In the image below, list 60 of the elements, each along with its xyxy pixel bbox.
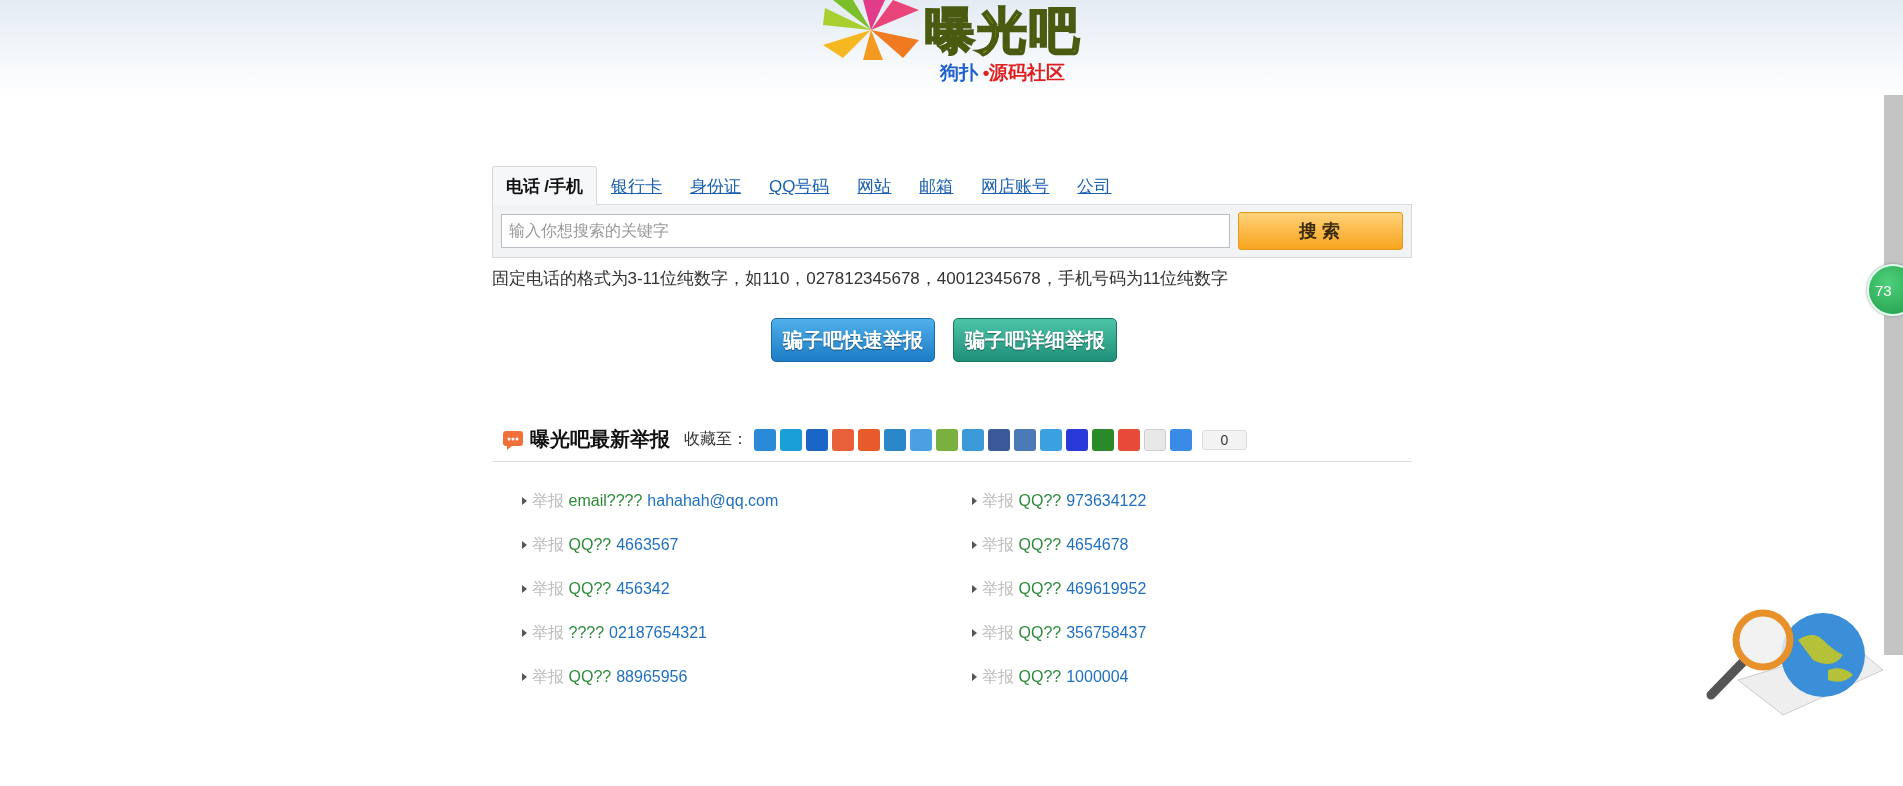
report-type: QQ?? (1018, 491, 1062, 511)
report-type: QQ?? (1018, 623, 1062, 643)
bullet-icon (971, 629, 977, 637)
search-button[interactable]: 搜 索 (1237, 212, 1403, 250)
report-link[interactable]: 469619952 (1066, 578, 1147, 600)
bullet-icon (971, 673, 977, 681)
report-link[interactable]: 4663567 (616, 534, 679, 556)
report-type: email???? (568, 491, 643, 511)
search-tab[interactable]: 身份证 (675, 168, 755, 204)
search-tab[interactable]: 网站 (843, 168, 906, 204)
report-link[interactable]: 88965956 (616, 666, 688, 688)
star-logo-icon (822, 0, 919, 60)
share-label: 收藏至： (683, 429, 748, 449)
search-tab[interactable]: 电话 /手机 (491, 166, 597, 205)
report-type: QQ?? (568, 579, 612, 599)
bullet-icon (521, 497, 527, 505)
bullet-icon (521, 585, 527, 593)
report-tag: 举报 (981, 578, 1014, 600)
report-link[interactable]: 356758437 (1066, 622, 1147, 644)
search-tab[interactable]: 网店账号 (967, 168, 1064, 204)
report-link[interactable]: 456342 (616, 578, 670, 600)
report-link[interactable]: hahahah@qq.com (647, 490, 779, 512)
format-hint: 固定电话的格式为3-11位纯数字，如110，027812345678，40012345678，手机号码为11位纯数字 (491, 268, 1230, 290)
report-link[interactable]: 1000004 (1066, 666, 1129, 688)
logo-tagline: 狗扑 •源码社区 (939, 61, 1066, 85)
share-count: 0 (1201, 429, 1248, 450)
report-link[interactable]: 973634122 (1066, 490, 1147, 512)
search-field[interactable]: 输入你想搜索的关键字 (500, 214, 1230, 248)
report-tag: 举报 (531, 666, 564, 688)
search-tab[interactable]: 银行卡 (596, 168, 676, 204)
report-tag: 举报 (981, 534, 1014, 556)
search-tab[interactable]: 公司 (1063, 168, 1126, 204)
report-type: QQ?? (568, 667, 612, 687)
report-button[interactable]: 骗子吧详细举报 (952, 318, 1117, 362)
report-link[interactable]: 4654678 (1066, 534, 1129, 556)
bullet-icon (521, 673, 527, 681)
speech-bubble-icon (501, 428, 524, 451)
report-tag: 举报 (981, 666, 1014, 688)
report-link[interactable]: 02187654321 (609, 622, 707, 644)
report-tag: 举报 (531, 490, 564, 512)
report-type: QQ?? (1018, 535, 1062, 555)
report-type: ???? (568, 623, 605, 643)
report-tag: 举报 (981, 622, 1014, 644)
report-tag: 举报 (531, 578, 564, 600)
bullet-icon (521, 541, 527, 549)
bullet-icon (521, 629, 527, 637)
report-tag: 举报 (531, 534, 564, 556)
report-tag: 举报 (531, 622, 564, 644)
bullet-icon (971, 497, 977, 505)
bullet-icon (971, 541, 977, 549)
report-type: QQ?? (1018, 667, 1062, 687)
search-tab[interactable]: QQ号码 (754, 168, 844, 204)
report-tag: 举报 (981, 490, 1014, 512)
bullet-icon (971, 585, 977, 593)
logo-title: 曝光吧 (924, 2, 1081, 60)
report-type: QQ?? (1018, 579, 1062, 599)
report-type: QQ?? (568, 535, 612, 555)
search-tab[interactable]: 邮箱 (905, 168, 968, 204)
report-button[interactable]: 骗子吧快速举报 (770, 318, 935, 362)
section-title: 曝光吧最新举报 (529, 427, 670, 452)
